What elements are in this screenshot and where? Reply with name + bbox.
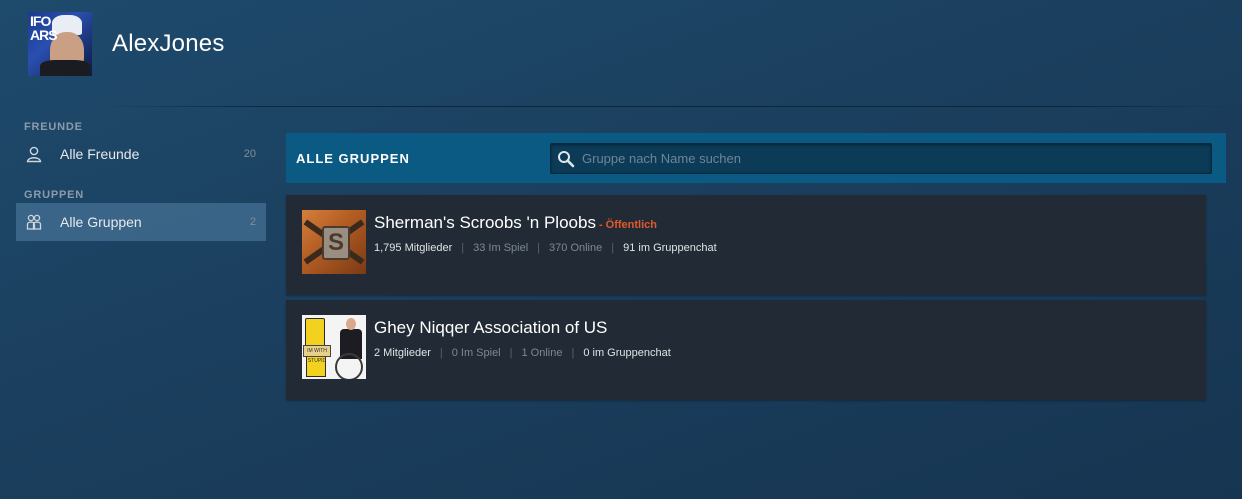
stat-separator: | [461,242,465,254]
group-avatar-emblem: S [322,226,350,260]
group-name-link[interactable]: Ghey Niqqer Association of US [374,318,607,338]
stat-separator: | [611,242,615,254]
sidebar: FREUNDE Alle Freunde 20 GRUPPEN Alle Gru… [16,121,266,241]
groups-header-bar: ALLE GRUPPEN [286,133,1226,183]
stat-separator: | [439,347,443,359]
wheelchair-shape [335,353,363,379]
group-info: Sherman's Scroobs 'n Ploobs - Öffentlich… [374,195,717,254]
group-member-count: 1,795 Mitglieder [374,242,453,254]
search-icon [556,149,576,169]
group-search-input[interactable] [580,150,1211,167]
sidebar-item-label: Alle Freunde [60,146,140,162]
friends-count: 20 [243,148,256,160]
group-stats: 1,795 Mitglieder | 33 Im Spiel | 370 Onl… [374,242,717,254]
group-card[interactable]: IM WITH STUPID Ghey Niqqer Association o… [286,300,1206,400]
group-avatar-sign: IM WITH STUPID [303,345,331,364]
group-search-box[interactable] [550,143,1212,174]
group-stats: 2 Mitglieder | 0 Im Spiel | 1 Online | 0… [374,347,671,359]
group-visibility-badge: - Öffentlich [598,219,658,231]
group-card[interactable]: S Sherman's Scroobs 'n Ploobs - Öffentli… [286,195,1206,295]
group-in-game-count: 0 Im Spiel [451,347,501,359]
group-name-row: Ghey Niqqer Association of US [374,318,671,338]
stat-separator: | [509,347,513,359]
group-avatar[interactable]: S [302,210,366,274]
groups-count: 2 [249,216,256,228]
group-name-row: Sherman's Scroobs 'n Ploobs - Öffentlich [374,213,717,233]
sidebar-section-friends: FREUNDE [24,121,83,133]
person-icon [24,144,44,164]
group-chat-count: 0 im Gruppenchat [583,347,671,359]
profile-avatar[interactable]: IFO ARS [28,12,92,76]
group-icon [24,212,44,232]
person-figure-shape [346,318,356,330]
group-online-count: 370 Online [549,242,603,254]
group-name-link[interactable]: Sherman's Scroobs 'n Ploobs [374,213,596,233]
groups-header-title: ALLE GRUPPEN [296,150,410,166]
group-list: S Sherman's Scroobs 'n Ploobs - Öffentli… [286,195,1206,400]
avatar-logo-text: IFO ARS [30,13,58,43]
group-member-count: 2 Mitglieder [374,347,431,359]
stat-separator: | [537,242,541,254]
sidebar-section-groups: GRUPPEN [24,189,84,201]
sidebar-item-label: Alle Gruppen [60,214,142,230]
profile-name[interactable]: AlexJones [112,30,225,58]
main-content: ALLE GRUPPEN S Sherman's Scroobs 'n Ploo… [286,133,1226,405]
group-online-count: 1 Online [521,347,563,359]
sidebar-item-all-friends[interactable]: Alle Freunde 20 [16,135,266,173]
group-info: Ghey Niqqer Association of US 2 Mitglied… [374,300,671,359]
stat-separator: | [571,347,575,359]
group-avatar[interactable]: IM WITH STUPID [302,315,366,379]
avatar-body-shape [40,60,90,76]
group-in-game-count: 33 Im Spiel [473,242,529,254]
group-chat-count: 91 im Gruppenchat [623,242,717,254]
sidebar-item-all-groups[interactable]: Alle Gruppen 2 [16,203,266,241]
profile-header: IFO ARS AlexJones [28,12,225,76]
header-divider [100,106,1240,107]
